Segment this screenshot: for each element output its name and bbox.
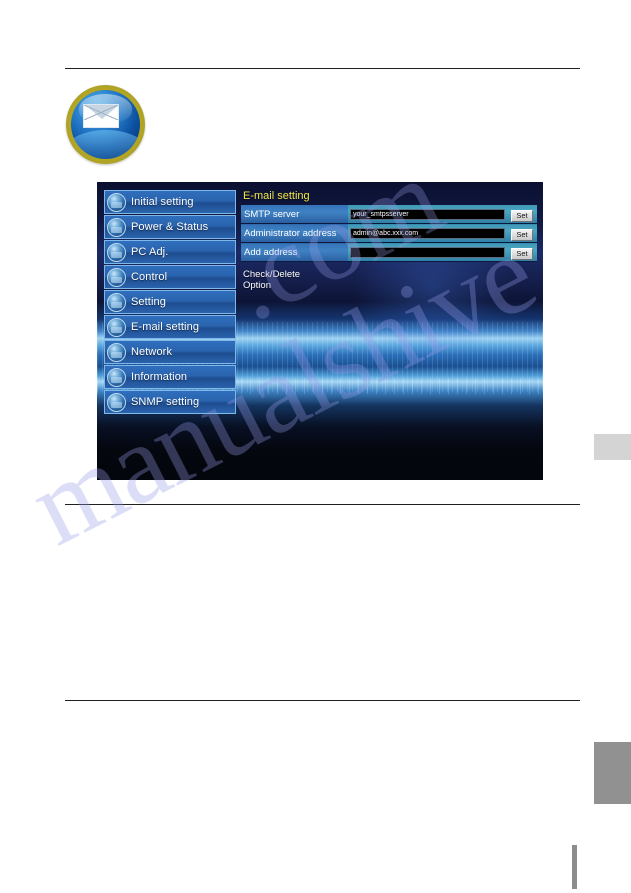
check-delete-link[interactable]: Check/Delete [243, 269, 537, 280]
webui-content-panel: E-mail setting SMTP server your_smtpsser… [241, 190, 537, 291]
sidebar-item-control[interactable]: Control [104, 265, 236, 289]
sidebar-item-power-status[interactable]: Power & Status [104, 215, 236, 239]
information-icon [107, 367, 126, 387]
sidebar-item-email-setting[interactable]: E-mail setting [104, 315, 236, 339]
sidebar-item-label: Network [131, 346, 173, 358]
smtp-server-set-cell: Set [507, 205, 537, 224]
smtp-server-set-button[interactable]: Set [511, 210, 533, 222]
sidebar-item-snmp-setting[interactable]: SNMP setting [104, 390, 236, 414]
sidebar-item-initial-setting[interactable]: Initial setting [104, 190, 236, 214]
envelope-fold [84, 105, 118, 120]
administrator-address-label: Administrator address [241, 223, 348, 243]
option-link[interactable]: Option [243, 280, 537, 291]
sidebar-item-label: SNMP setting [131, 396, 200, 408]
envelope-badge-icon [66, 85, 145, 164]
administrator-address-input[interactable]: admin@abc.xxx.com [350, 227, 505, 239]
smtp-server-input-cell: your_smtpsserver [348, 205, 507, 224]
email-setting-icon [107, 317, 126, 337]
add-address-input-cell [348, 242, 507, 262]
page-title: E-mail setting [243, 190, 310, 202]
power-status-icon [107, 217, 126, 237]
sidebar-item-pc-adj[interactable]: PC Adj. [104, 240, 236, 264]
side-tab-marker-upper [594, 434, 631, 460]
side-tab-marker-lower [594, 742, 631, 804]
network-icon [107, 342, 126, 362]
add-address-input[interactable] [350, 246, 505, 258]
badge-swoosh-highlight [71, 130, 140, 159]
projector-web-ui-screenshot: Initial setting Power & Status PC Adj. C… [97, 182, 543, 480]
sidebar-item-label: Information [131, 371, 188, 383]
content-sub-links: Check/Delete Option [243, 269, 537, 291]
email-settings-form: SMTP server your_smtpsserver Set Adminis… [241, 205, 537, 262]
sidebar-item-label: PC Adj. [131, 246, 169, 258]
sidebar-item-label: E-mail setting [131, 321, 200, 333]
sidebar-item-label: Control [131, 271, 168, 283]
administrator-address-input-cell: admin@abc.xxx.com [348, 223, 507, 243]
add-address-label: Add address [241, 242, 348, 262]
administrator-address-set-button[interactable]: Set [511, 229, 533, 241]
sidebar-item-setting[interactable]: Setting [104, 290, 236, 314]
envelope-icon [83, 104, 119, 128]
setting-icon [107, 292, 126, 312]
webui-sidebar: Initial setting Power & Status PC Adj. C… [104, 190, 236, 415]
snmp-setting-icon [107, 392, 126, 412]
form-row-administrator-address: Administrator address admin@abc.xxx.com … [241, 223, 537, 243]
add-address-set-button[interactable]: Set [511, 248, 533, 260]
form-row-add-address: Add address Set [241, 242, 537, 262]
sidebar-item-label: Setting [131, 296, 166, 308]
form-row-smtp-server: SMTP server your_smtpsserver Set [241, 205, 537, 224]
bottom-divider-rule [65, 700, 580, 701]
pc-adj-icon [107, 242, 126, 262]
sidebar-item-label: Power & Status [131, 221, 209, 233]
sidebar-item-label: Initial setting [131, 196, 194, 208]
initial-setting-icon [107, 192, 126, 212]
sidebar-item-network[interactable]: Network [104, 340, 236, 364]
page-edge-bar [572, 845, 577, 889]
add-address-set-cell: Set [507, 242, 537, 262]
administrator-address-set-cell: Set [507, 223, 537, 243]
middle-divider-rule [65, 504, 580, 505]
smtp-server-input[interactable]: your_smtpsserver [350, 208, 505, 220]
smtp-server-label: SMTP server [241, 205, 348, 224]
control-icon [107, 267, 126, 287]
top-divider-rule [65, 68, 580, 69]
sidebar-item-information[interactable]: Information [104, 365, 236, 389]
